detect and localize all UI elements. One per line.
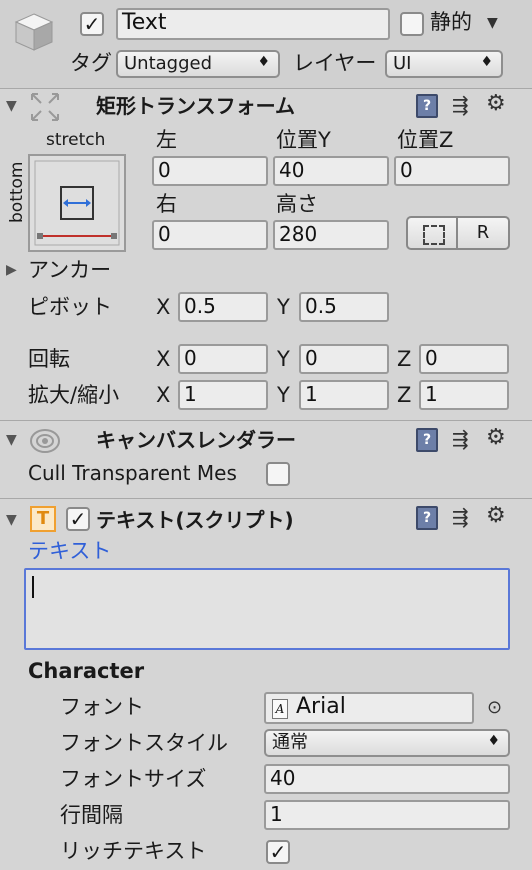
font-value: Arial: [296, 694, 346, 719]
rect-transform-icon: [28, 90, 62, 124]
text-component-icon: T: [30, 506, 56, 532]
cube-icon: [12, 10, 56, 54]
scale-x-label: X: [156, 383, 171, 407]
anchors-label[interactable]: アンカー: [28, 260, 111, 281]
layer-label: レイヤー: [293, 51, 377, 75]
font-style-value: 通常: [272, 732, 308, 753]
layer-dropdown-value: UI: [393, 53, 412, 74]
font-size-input[interactable]: 40: [264, 764, 510, 794]
canvas-renderer-title: キャンバスレンダラー: [96, 428, 296, 452]
object-name-input[interactable]: Text: [116, 8, 390, 40]
static-dropdown-arrow-icon[interactable]: ▼: [487, 15, 498, 31]
pivot-label: ピボット: [28, 295, 112, 319]
font-size-label: フォントサイズ: [60, 767, 207, 791]
presets-icon[interactable]: ⇶: [452, 95, 469, 115]
height-input[interactable]: 280: [273, 220, 389, 250]
pivot-y-label: Y: [277, 295, 290, 319]
tag-label: タグ: [70, 51, 112, 75]
left-input[interactable]: 0: [152, 156, 268, 186]
rotation-x-input[interactable]: 0: [178, 344, 268, 374]
divider: [0, 88, 532, 89]
font-style-dropdown[interactable]: 通常 ♦: [264, 729, 510, 757]
text-component-collapse-icon[interactable]: ▼: [6, 512, 17, 528]
font-style-label: フォントスタイル: [60, 731, 228, 755]
line-spacing-input[interactable]: 1: [264, 800, 510, 830]
text-component-title: テキスト(スクリプト): [96, 508, 294, 532]
font-field[interactable]: A Arial: [264, 692, 474, 724]
text-field-label: テキスト: [28, 539, 112, 563]
rect-transform-title: 矩形トランスフォーム: [96, 94, 295, 118]
scale-label: 拡大/縮小: [28, 383, 120, 407]
gear-icon[interactable]: ⚙: [486, 93, 506, 115]
scale-y-label: Y: [277, 383, 290, 407]
gear-icon[interactable]: ⚙: [486, 505, 506, 527]
blueprint-icon: [423, 225, 445, 245]
scale-y-input[interactable]: 1: [299, 380, 389, 410]
text-component-enabled-checkbox[interactable]: ✓: [66, 507, 90, 531]
font-asset-icon: A: [272, 699, 288, 719]
tag-dropdown[interactable]: Untagged ♦: [116, 50, 280, 78]
height-label: 高さ: [276, 192, 318, 216]
pivot-y-input[interactable]: 0.5: [299, 292, 389, 322]
static-label: 静的: [430, 10, 472, 34]
left-label: 左: [156, 128, 177, 152]
line-spacing-label: 行間隔: [60, 803, 123, 827]
rotation-z-label: Z: [397, 347, 412, 371]
rotation-y-label: Y: [277, 347, 290, 371]
select-arrow-icon: ♦: [480, 54, 493, 70]
help-icon[interactable]: ?: [416, 94, 438, 118]
pivot-x-label: X: [156, 295, 171, 319]
rotation-y-input[interactable]: 0: [299, 344, 389, 374]
cull-transparent-label: Cull Transparent Mes: [28, 461, 237, 485]
presets-icon[interactable]: ⇶: [452, 507, 469, 527]
right-input[interactable]: 0: [152, 220, 268, 250]
pos-z-label: 位置Z: [397, 128, 454, 152]
active-checkbox[interactable]: ✓: [80, 12, 104, 36]
tag-dropdown-value: Untagged: [124, 53, 213, 74]
cull-transparent-checkbox[interactable]: [266, 462, 290, 486]
rich-text-label: リッチテキスト: [60, 839, 207, 863]
scale-z-input[interactable]: 1: [419, 380, 509, 410]
rotation-label: 回転: [28, 347, 70, 371]
scale-x-input[interactable]: 1: [178, 380, 268, 410]
pos-z-input[interactable]: 0: [394, 156, 510, 186]
rotation-x-label: X: [156, 347, 171, 371]
character-section-header: Character: [28, 659, 145, 683]
pos-y-label: 位置Y: [276, 128, 331, 152]
object-picker-icon[interactable]: ⊙: [487, 697, 502, 718]
help-icon[interactable]: ?: [416, 506, 438, 530]
anchor-presets-button[interactable]: [28, 154, 126, 252]
rotation-z-input[interactable]: 0: [419, 344, 509, 374]
divider: [0, 420, 532, 421]
raw-edit-button[interactable]: R: [458, 216, 510, 250]
text-area[interactable]: [24, 568, 510, 650]
canvas-renderer-collapse-icon[interactable]: ▼: [6, 432, 17, 448]
pos-y-input[interactable]: 40: [273, 156, 389, 186]
anchor-preset-label-top: stretch: [46, 130, 106, 150]
text-area-caret: [32, 576, 34, 598]
font-label: フォント: [60, 695, 144, 719]
help-icon[interactable]: ?: [416, 428, 438, 452]
static-checkbox[interactable]: [400, 12, 424, 36]
blueprint-mode-button[interactable]: [406, 216, 458, 250]
anchors-expand-icon[interactable]: ▶: [6, 262, 17, 278]
select-arrow-icon: ♦: [257, 54, 270, 70]
gear-icon[interactable]: ⚙: [486, 427, 506, 449]
layer-dropdown[interactable]: UI ♦: [385, 50, 503, 78]
pivot-x-input[interactable]: 0.5: [178, 292, 268, 322]
rect-transform-collapse-icon[interactable]: ▼: [6, 98, 17, 114]
rich-text-checkbox[interactable]: ✓: [266, 840, 290, 864]
scale-z-label: Z: [397, 383, 412, 407]
presets-icon[interactable]: ⇶: [452, 429, 469, 449]
divider: [0, 498, 532, 499]
anchor-preset-label-side: bottom: [7, 161, 27, 223]
select-arrow-icon: ♦: [487, 733, 500, 749]
canvas-renderer-icon: [28, 426, 62, 456]
right-label: 右: [156, 192, 177, 216]
